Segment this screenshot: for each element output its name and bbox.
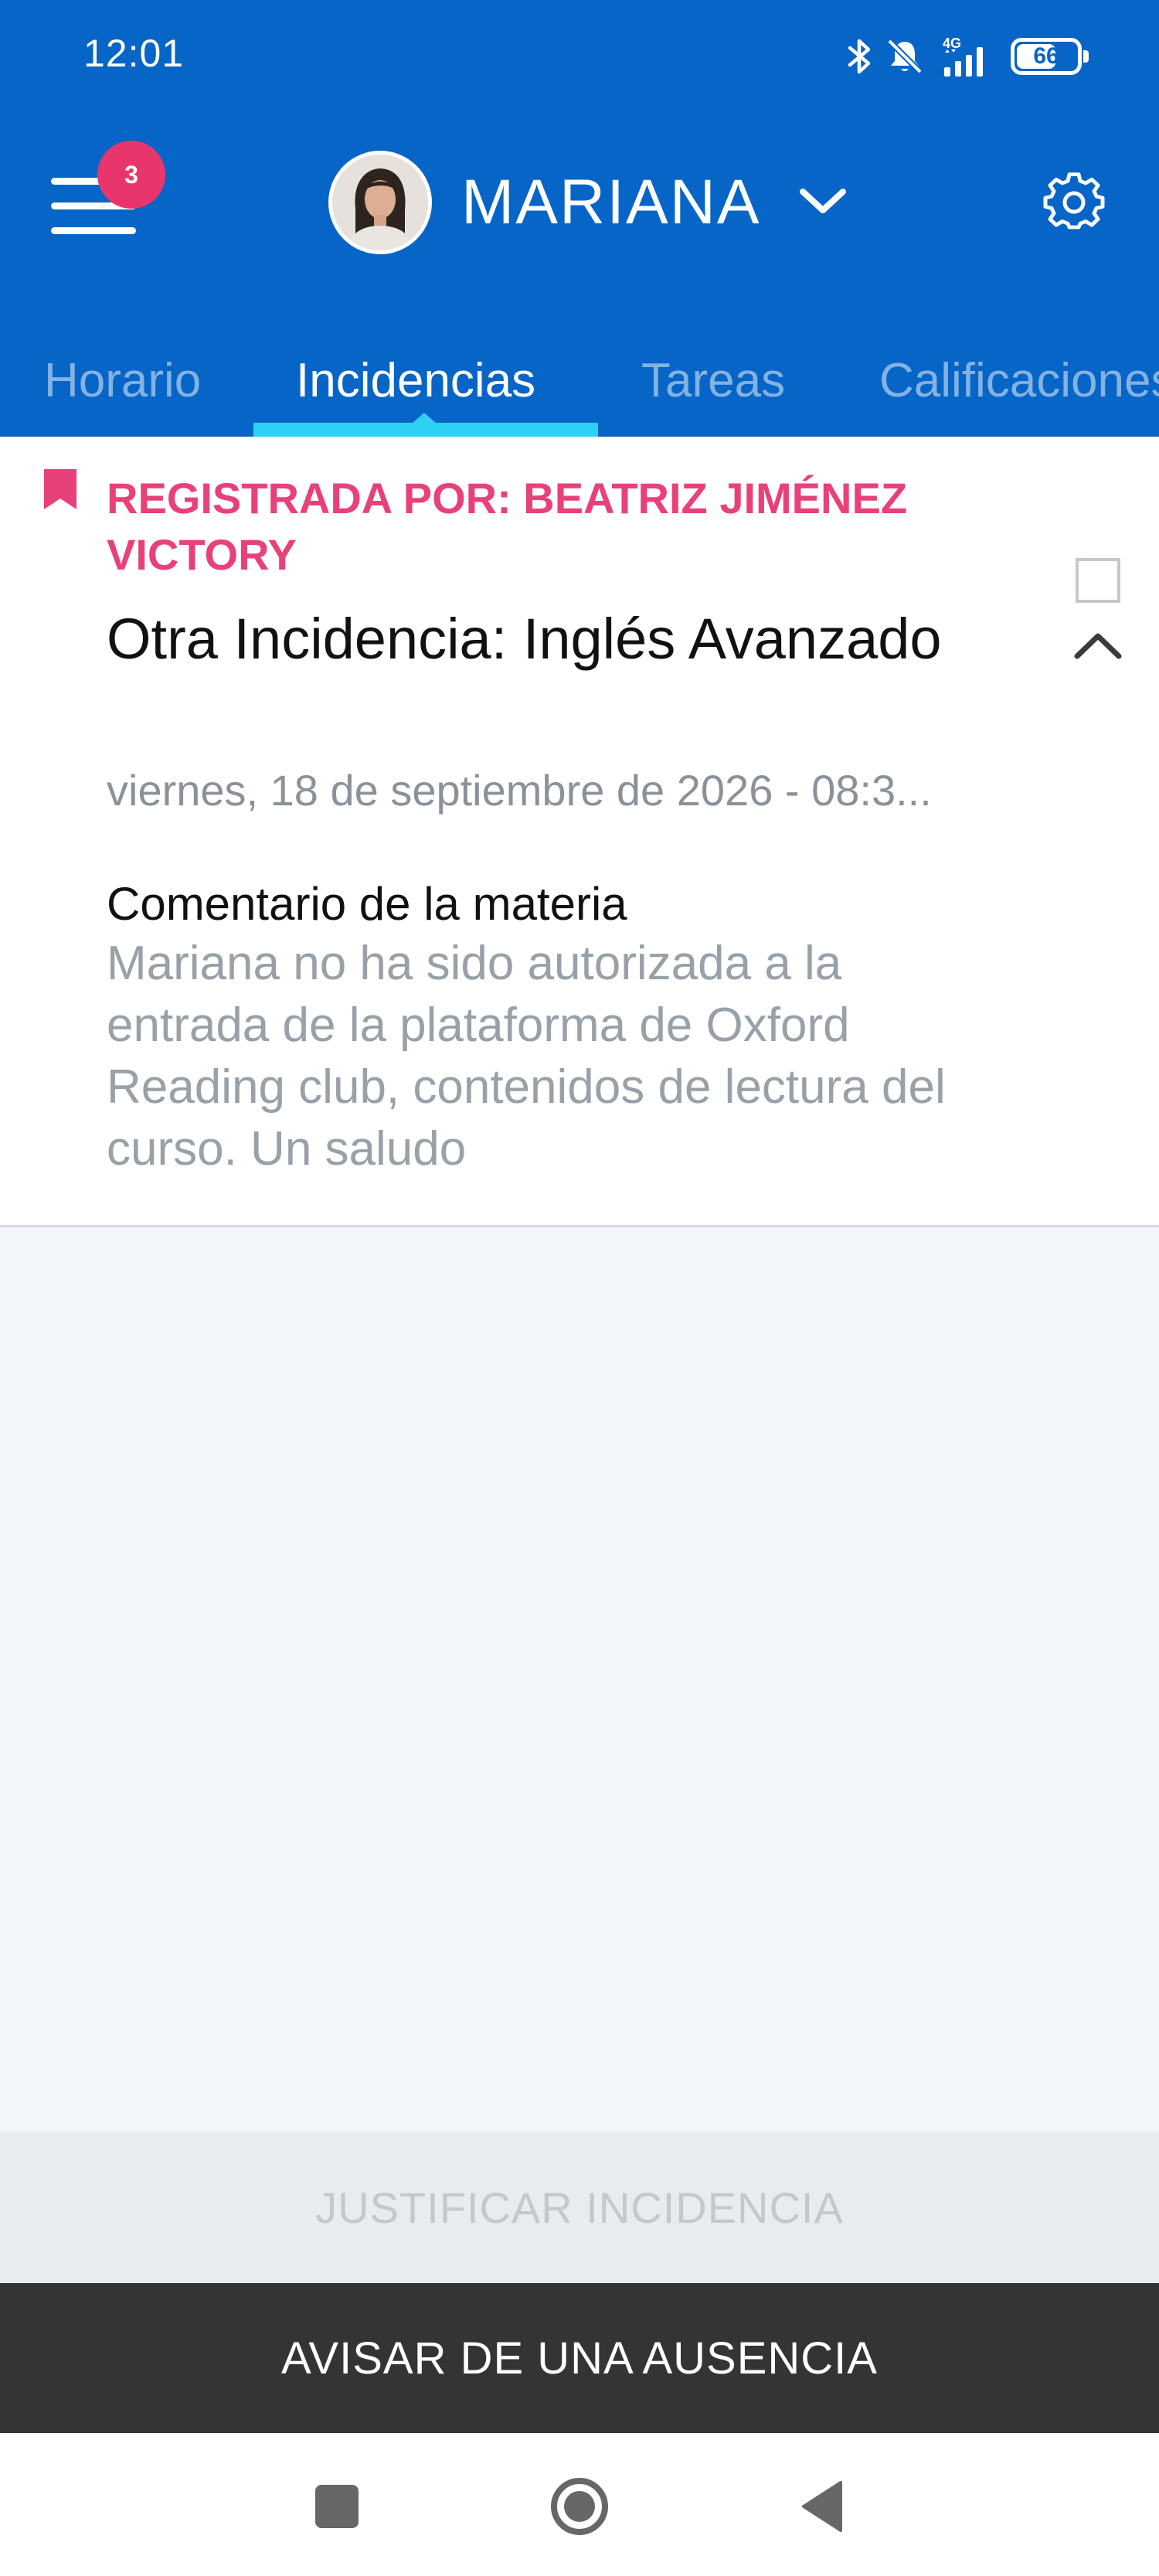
comment-label: Comentario de la materia xyxy=(107,878,627,930)
gear-icon[interactable] xyxy=(1043,172,1105,237)
status-time: 12:01 xyxy=(83,32,185,75)
chevron-down-icon xyxy=(798,185,848,220)
bell-muted-icon xyxy=(885,37,924,76)
tab-horario[interactable]: Horario xyxy=(44,325,201,437)
justify-incident-button[interactable]: JUSTIFICAR INCIDENCIA xyxy=(0,2132,1159,2283)
battery-level: 66 xyxy=(1033,43,1059,69)
chevron-up-icon[interactable] xyxy=(1072,630,1123,665)
tab-calificaciones[interactable]: Calificaciones xyxy=(879,325,1159,437)
notify-absence-button[interactable]: AVISAR DE UNA AUSENCIA xyxy=(0,2283,1159,2433)
active-tab-indicator xyxy=(253,413,598,437)
incident-date: viernes, 18 de septiembre de 2026 - 08:3… xyxy=(107,766,932,815)
network-type: 4G xyxy=(943,36,961,51)
battery-icon: 66 xyxy=(1011,38,1089,75)
incident-title: Otra Incidencia: Inglés Avanzado xyxy=(107,607,942,671)
recents-icon[interactable] xyxy=(315,2485,359,2528)
tab-bar: Horario Incidencias Tareas Calificacione… xyxy=(0,325,1159,437)
avatar xyxy=(328,151,432,254)
system-nav-bar xyxy=(0,2433,1159,2576)
signal-icon: 4G xyxy=(936,35,998,78)
incident-checkbox[interactable] xyxy=(1076,558,1120,603)
back-icon[interactable] xyxy=(799,2479,845,2537)
bookmark-icon xyxy=(44,469,76,513)
registered-by: REGISTRADA POR: BEATRIZ JIMÉNEZ VICTORY xyxy=(107,474,908,579)
student-name: MARIANA xyxy=(461,167,761,237)
battery-tip xyxy=(1083,50,1089,63)
home-icon[interactable] xyxy=(549,2476,610,2541)
bluetooth-icon xyxy=(847,37,873,76)
menu-button[interactable]: 3 xyxy=(45,141,165,247)
comment-text: Mariana no ha sido autorizada a la entra… xyxy=(107,937,946,1176)
status-bar: 12:01 4G 66 xyxy=(0,0,1159,116)
status-icons: 4G 66 xyxy=(847,29,1089,83)
student-selector[interactable]: MARIANA xyxy=(328,148,848,257)
tab-tareas[interactable]: Tareas xyxy=(641,325,785,437)
incident-card[interactable]: REGISTRADA POR: BEATRIZ JIMÉNEZ VICTORY … xyxy=(0,437,1159,1227)
menu-icon-line xyxy=(51,227,136,234)
app-header: 12:01 4G 66 3 MARIANA Horario Incidencia… xyxy=(0,0,1159,437)
notification-badge: 3 xyxy=(97,141,165,209)
